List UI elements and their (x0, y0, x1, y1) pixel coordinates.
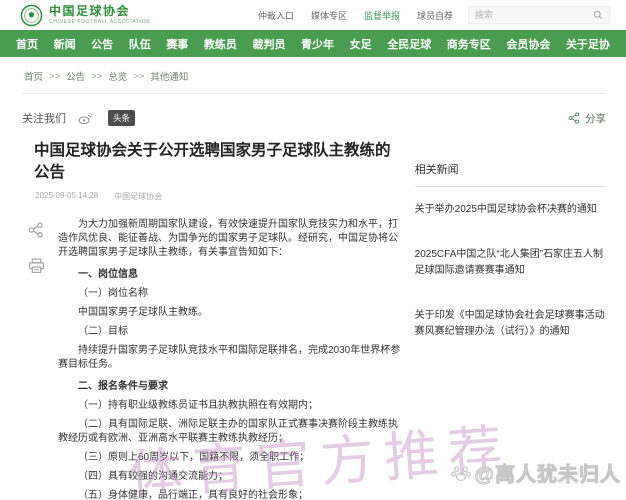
top-links: 仲裁入口 媒体专区 监督举报 球员自荐 (258, 9, 453, 22)
breadcrumb-overview[interactable]: 总览 (108, 69, 127, 83)
cfa-website-page: 中国足球协会 CHINESE FOOTBALL ASSOCIATION 仲裁入口… (0, 0, 626, 500)
article-paragraph: （一）持有职业级教练员证书且执教执照在有效期内； (78, 400, 318, 412)
related-news-title: 相关新闻 (414, 161, 606, 187)
article-paragraph: （四）具有较强的沟通交流能力； (78, 471, 228, 483)
article-paragraph: 持续提升国家男子足球队竞技水平和国际足联排名，完成2030年世界杯参赛目标任务。 (58, 345, 401, 371)
article-date: 2025-09-05 14:28 (35, 191, 99, 201)
breadcrumb-announcements[interactable]: 公告 (66, 69, 85, 83)
cfa-logo[interactable]: 中国足球协会 CHINESE FOOTBALL ASSOCIATION (20, 4, 150, 27)
nav-item-referees[interactable]: 裁判员 (252, 36, 285, 52)
breadcrumb-separator: >> (91, 70, 103, 82)
breadcrumb: 首页 >> 公告 >> 总览 >> 其他通知 (22, 65, 606, 94)
search-icon[interactable] (593, 10, 603, 20)
article-paragraph: （二）具有国际足联、洲际足联主办的国家队正式赛事决赛阶段主教练执教经历或有欧洲、… (58, 419, 398, 445)
article-paragraph: 为大力加强新周期国家队建设，有效快速提升国家队竞技实力和水平，打造作风优良、能征… (58, 219, 398, 259)
breadcrumb-separator: >> (49, 70, 61, 82)
breadcrumb-other-notices[interactable]: 其他通知 (150, 69, 188, 83)
follow-row: 关注我们 头条 分享 (22, 110, 606, 126)
article: 中国足球协会关于公开选聘国家男子足球队主教练的公告 2025-09-05 14:… (22, 140, 401, 500)
share-icon (568, 112, 580, 124)
nav-item-announcements[interactable]: 公告 (91, 36, 113, 52)
article-section-heading: 二、报名条件与要求 (78, 381, 168, 393)
article-paragraph: 中国国家男子足球队主教练。 (78, 307, 208, 319)
article-action-rail (22, 218, 58, 500)
logo-subtitle: CHINESE FOOTBALL ASSOCIATION (49, 19, 151, 25)
nav-item-about-cfa[interactable]: 关于足协 (566, 36, 610, 52)
topbar-link-media[interactable]: 媒体专区 (311, 9, 347, 22)
breadcrumb-home[interactable]: 首页 (24, 69, 43, 83)
search-input[interactable] (475, 10, 593, 20)
related-news-item[interactable]: 2025CFA中国之队“北人集团”石家庄五人制足球国际邀请赛赛事通知 (415, 247, 606, 279)
nav-item-home[interactable]: 首页 (16, 36, 38, 52)
share-label: 分享 (585, 112, 606, 125)
topbar-link-arbitration[interactable]: 仲裁入口 (258, 9, 294, 22)
related-news-sidebar: 相关新闻 关于举办2025中国足球协会杯决赛的通知 2025CFA中国之队“北人… (414, 140, 606, 500)
nav-item-member-associations[interactable]: 会员协会 (506, 36, 550, 52)
article-title: 中国足球协会关于公开选聘国家男子足球队主教练的公告 (34, 142, 391, 181)
topbar-link-supervision[interactable]: 监督举报 (364, 9, 400, 22)
print-icon[interactable] (28, 258, 58, 274)
headline-badge[interactable]: 头条 (108, 110, 136, 126)
nav-item-teams[interactable]: 队伍 (129, 36, 151, 52)
breadcrumb-separator: >> (133, 70, 145, 82)
share-button[interactable]: 分享 (568, 111, 606, 126)
weibo-icon[interactable] (78, 112, 92, 125)
nav-item-womens-football[interactable]: 女足 (350, 36, 372, 52)
article-section-heading: 一、岗位信息 (78, 269, 138, 281)
article-body: 为大力加强新周期国家队建设，有效快速提升国家队竞技实力和水平，打造作风优良、能征… (58, 218, 401, 500)
search-box[interactable] (468, 6, 610, 24)
nav-item-coaches[interactable]: 教练员 (204, 36, 237, 52)
related-news-item[interactable]: 关于印发《中国足球协会社会足球赛事活动赛风赛纪管理办法（试行）》的通知 (415, 308, 606, 340)
related-news-item[interactable]: 关于举办2025中国足球协会杯决赛的通知 (415, 202, 606, 218)
top-bar: 中国足球协会 CHINESE FOOTBALL ASSOCIATION 仲裁入口… (0, 0, 626, 30)
nav-item-business-zone[interactable]: 商务专区 (447, 36, 491, 52)
nav-item-competitions[interactable]: 赛事 (166, 36, 188, 52)
content-area: 首页 >> 公告 >> 总览 >> 其他通知 关注我们 头条 分享 中国足球协会… (0, 57, 626, 500)
article-paragraph: （二）目标 (78, 326, 128, 338)
nav-item-grassroots-football[interactable]: 全民足球 (387, 36, 431, 52)
logo-title: 中国足球协会 (49, 4, 131, 18)
share-icon[interactable] (28, 222, 58, 238)
topbar-link-player-recommend[interactable]: 球员自荐 (417, 9, 453, 22)
main-row: 中国足球协会关于公开选聘国家男子足球队主教练的公告 2025-09-05 14:… (22, 140, 606, 500)
follow-us-label: 关注我们 (22, 113, 66, 125)
article-source: 中国足球协会 (114, 192, 163, 202)
cfa-emblem-icon (20, 4, 43, 27)
main-nav: 首页 新闻 公告 队伍 赛事 教练员 裁判员 青少年 女足 全民足球 商务专区 … (0, 30, 626, 57)
article-meta: 2025-09-05 14:28 中国足球协会 (22, 191, 401, 202)
article-paragraph: （五）身体健康，品行端正，具有良好的社会形象； (78, 490, 308, 500)
article-paragraph: （一）岗位名称 (78, 288, 148, 300)
article-paragraph: （三）原则上60周岁以下，国籍不限，须全职工作； (78, 452, 310, 464)
nav-item-news[interactable]: 新闻 (54, 36, 76, 52)
nav-item-youth[interactable]: 青少年 (301, 36, 334, 52)
